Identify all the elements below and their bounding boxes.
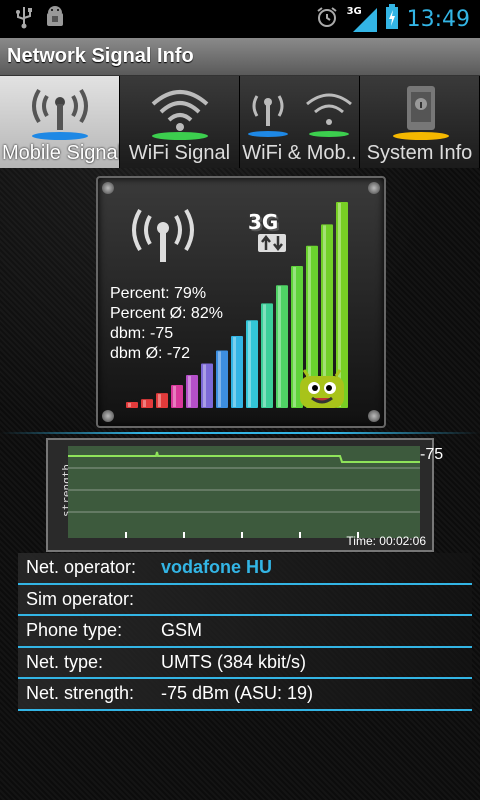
tab-wifi-and-mobile[interactable]: WiFi & Mob.. (240, 76, 360, 168)
signal-bar (231, 336, 243, 408)
signal-bar-highlight (218, 351, 221, 407)
graph-current-value: -75 (420, 446, 444, 463)
signal-bar-highlight (188, 376, 191, 407)
screw-decoration (368, 410, 380, 422)
graph-time: Time: 00:02:06 (346, 534, 426, 548)
signal-bar (141, 399, 153, 408)
signal-bar-highlight (203, 364, 206, 407)
alarm-icon (315, 5, 339, 33)
signal-bar (156, 393, 168, 408)
info-key: Net. strength: (26, 683, 135, 704)
app-title-bar: Network Signal Info (0, 38, 480, 76)
info-key: Sim operator: (26, 588, 135, 609)
network-info-list: Net. operator: vodafone HU Sim operator:… (18, 553, 472, 711)
info-row-sim-operator: Sim operator: (18, 584, 472, 616)
signal-bar-highlight (248, 321, 251, 407)
signal-bar-highlight (233, 337, 236, 407)
tab-label: Mobile Signal (2, 142, 119, 164)
info-row-net-strength: Net. strength: -75 dBm (ASU: 19) (18, 679, 472, 711)
screw-decoration (368, 182, 380, 194)
signal-bar (246, 320, 258, 408)
tab-wifi-signal[interactable]: WiFi Signal (120, 76, 240, 168)
info-row-net-operator: Net. operator: vodafone HU (18, 553, 472, 585)
signal-bar (186, 375, 198, 408)
tab-mobile-signal[interactable]: Mobile Signal (0, 76, 120, 168)
info-value: -75 dBm (ASU: 19) (161, 683, 314, 704)
divider (0, 432, 480, 434)
cell-tower-icon (0, 82, 119, 142)
signal-bar-highlight (143, 400, 146, 407)
signal-bar-highlight (293, 267, 296, 407)
info-row-phone-type: Phone type: GSM (18, 616, 472, 648)
info-row-net-type: Net. type: UMTS (384 kbit/s) (18, 647, 472, 679)
tab-bar: Mobile Signal WiFi Signal WiFi & Mob.. S… (0, 76, 480, 168)
status-bar: 3G 13:49 (0, 0, 480, 38)
signal-meter-panel: 3G Percent: 79% Percent Ø: 82% dbm: -75 … (96, 176, 386, 428)
signal-bar (276, 285, 288, 408)
phone-info-icon (360, 82, 479, 142)
signal-bar-highlight (173, 385, 176, 407)
tab-label: WiFi Signal (128, 142, 231, 164)
info-value: vodafone HU (161, 557, 273, 578)
graph-plot-area (68, 446, 420, 538)
tab-label: WiFi & Mob.. (242, 142, 357, 164)
android-debug-icon (44, 5, 66, 33)
info-value: GSM (161, 620, 203, 641)
battery-charging-icon (385, 4, 399, 34)
usb-icon (14, 5, 34, 33)
wifi-mobile-icon (240, 82, 359, 142)
signal-bar-highlight (263, 304, 266, 407)
signal-bar (201, 363, 213, 408)
app-title: Network Signal Info (7, 45, 194, 67)
signal-bar-highlight (278, 286, 281, 407)
signal-bar (216, 350, 228, 408)
signal-icon: 3G (347, 6, 377, 32)
wifi-icon (120, 82, 239, 142)
tab-system-info[interactable]: System Info (360, 76, 480, 168)
info-value: UMTS (384 kbit/s) (161, 651, 307, 672)
info-key: Net. operator: (26, 557, 137, 578)
info-key: Net. type: (26, 651, 104, 672)
signal-bar (171, 384, 183, 408)
tab-label: System Info (366, 142, 473, 164)
signal-bar-highlight (158, 394, 161, 407)
clock: 13:49 (406, 6, 470, 32)
screw-decoration (102, 410, 114, 422)
screw-decoration (102, 182, 114, 194)
signal-bar (126, 402, 138, 408)
signal-bar (261, 303, 273, 408)
android-mascot-icon (298, 368, 348, 416)
signal-strength-graph: strength Time: 00:02:06 (46, 438, 434, 552)
signal-bar-highlight (128, 403, 131, 407)
info-key: Phone type: (26, 620, 123, 641)
